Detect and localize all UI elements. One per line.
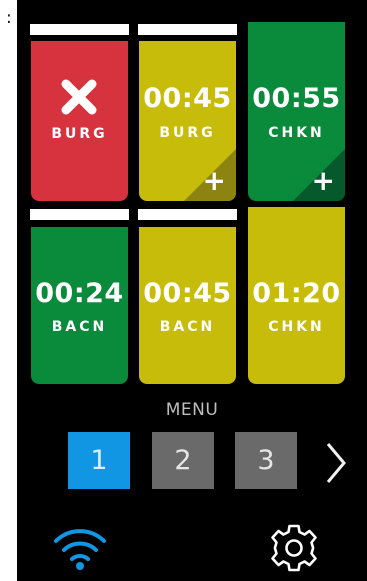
menu-page-1-button[interactable]: 1 (68, 432, 130, 489)
tile-4-item-label: BACN (51, 319, 108, 335)
tile-3-timer: 00:55 (252, 83, 341, 114)
menu-label: MENU (165, 400, 219, 420)
tile-3-item-label: CHKN (268, 125, 325, 141)
tile-5-progress-bar (138, 209, 237, 220)
tile-2-plus-icon[interactable]: + (203, 167, 226, 195)
close-icon[interactable] (61, 79, 97, 115)
tile-6-timer: 01:20 (252, 278, 341, 309)
wifi-icon[interactable] (52, 521, 108, 571)
tile-4-timer: 00:24 (35, 278, 124, 309)
chevron-right-icon[interactable] (320, 440, 350, 486)
tile-4-progress-bar (30, 209, 129, 220)
order-tile-6[interactable]: 01:20 CHKN (248, 207, 345, 384)
tile-1-item-label: BURG (51, 126, 108, 142)
tile-3-plus-icon[interactable]: + (312, 167, 335, 195)
tile-5-timer: 00:45 (143, 278, 232, 309)
tile-6-item-label: CHKN (268, 319, 325, 335)
menu-page-2-button[interactable]: 2 (152, 432, 214, 489)
tile-2-progress-bar (138, 24, 237, 35)
order-tile-5[interactable]: 00:45 BACN (139, 227, 236, 384)
gear-icon[interactable] (268, 522, 320, 574)
tile-2-timer: 00:45 (143, 83, 232, 114)
order-tile-1[interactable]: BURG (31, 41, 128, 201)
tile-5-item-label: BACN (159, 319, 216, 335)
menu-page-3-button[interactable]: 3 (235, 432, 297, 489)
tile-1-progress-bar (30, 24, 129, 35)
order-tile-3[interactable]: 00:55 CHKN + (248, 22, 345, 201)
device-screen: BURG 00:45 BURG + 00:55 CHKN + 00:24 BAC… (17, 0, 367, 581)
order-tile-2[interactable]: 00:45 BURG + (139, 41, 236, 201)
caption-prefix: : (6, 8, 12, 28)
order-tile-4[interactable]: 00:24 BACN (31, 227, 128, 384)
tile-2-item-label: BURG (159, 125, 216, 141)
